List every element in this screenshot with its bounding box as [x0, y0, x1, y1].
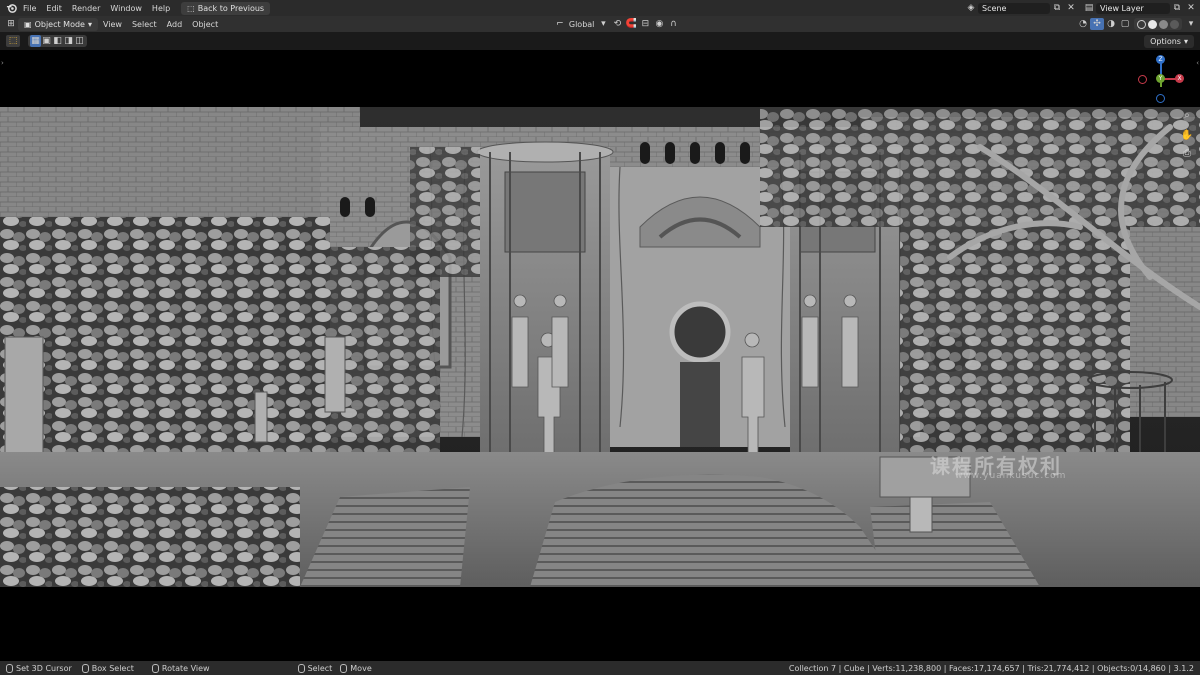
selection-intersect-icon[interactable]: ◫: [74, 35, 85, 47]
gizmo-y-axis[interactable]: Y: [1156, 74, 1165, 83]
transform-orientation-selector[interactable]: Global: [567, 20, 597, 29]
gizmo-x-axis[interactable]: X: [1175, 74, 1184, 83]
menu-edit[interactable]: Edit: [41, 4, 67, 13]
selection-subtract-icon[interactable]: ◧: [52, 35, 63, 47]
status-hint-label: Box Select: [91, 663, 134, 673]
toolbar-expand-arrow[interactable]: ›: [1, 59, 4, 67]
view-layer-selector[interactable]: View Layer: [1096, 2, 1170, 14]
mode-selector[interactable]: ▣ Object Mode ▾: [18, 17, 98, 31]
wireframe-shading-icon[interactable]: [1137, 19, 1146, 29]
back-to-previous-button[interactable]: ⬚ Back to Previous: [181, 1, 271, 15]
chevron-down-icon[interactable]: ▾: [596, 18, 610, 30]
menu-add[interactable]: Add: [162, 20, 188, 29]
status-hint-label: Move: [350, 663, 372, 673]
3d-viewport[interactable]: Z X Y ⌕ ✋ ⎙ 课程所有权利 www.yuankusuc.com › ‹: [0, 50, 1200, 661]
viewport-header: ⊞ ▣ Object Mode ▾ View Select Add Object…: [0, 16, 1200, 32]
mouse-left-icon: [340, 663, 348, 673]
shading-mode-group: [1134, 18, 1182, 30]
proportional-editing-icon[interactable]: ◉: [652, 18, 666, 30]
status-hint-box-select: Box Select: [81, 663, 134, 673]
menu-help[interactable]: Help: [147, 4, 175, 13]
back-to-previous-label: Back to Previous: [197, 3, 265, 13]
status-hint-rotate: Rotate View: [151, 663, 210, 673]
transform-orientation-icon[interactable]: ⌐: [553, 18, 567, 30]
scene-icon[interactable]: ◈: [964, 2, 978, 14]
select-tool-icon[interactable]: ⬚: [6, 35, 20, 47]
status-hint-label: Rotate View: [161, 663, 210, 673]
view-layer-icon[interactable]: ▤: [1082, 2, 1096, 14]
top-menu-bar: File Edit Render Window Help ⬚ Back to P…: [0, 0, 1200, 16]
snap-icon[interactable]: 🧲: [624, 18, 638, 30]
menu-select[interactable]: Select: [127, 20, 162, 29]
camera-view-icon[interactable]: ⎙: [1180, 146, 1194, 160]
status-hint-label: Select: [307, 663, 333, 673]
watermark-url: www.yuankusuc.com: [955, 471, 1067, 481]
delete-view-layer-icon[interactable]: ✕: [1184, 2, 1198, 14]
blender-logo-icon[interactable]: [4, 2, 18, 14]
editor-type-icon[interactable]: ⊞: [4, 18, 18, 30]
chevron-down-icon: ▾: [87, 19, 92, 29]
options-dropdown[interactable]: Options ▾: [1144, 34, 1194, 48]
sidebar-expand-arrow[interactable]: ‹: [1196, 59, 1199, 67]
scene-selector[interactable]: Scene: [978, 2, 1050, 14]
solid-shading-icon[interactable]: [1148, 19, 1157, 29]
scene-statistics: Collection 7 | Cube | Verts:11,238,800 |…: [788, 663, 1194, 673]
new-scene-icon[interactable]: ⧉: [1050, 2, 1064, 14]
shading-options-icon[interactable]: ▾: [1184, 18, 1198, 30]
status-hint-move: Move: [340, 663, 372, 673]
selection-invert-icon[interactable]: ◨: [63, 35, 74, 47]
status-hint-select: Select: [297, 663, 333, 673]
gizmo-toggle-icon[interactable]: ✣: [1090, 18, 1104, 30]
zoom-icon[interactable]: ⌕: [1180, 108, 1194, 122]
menu-object[interactable]: Object: [187, 20, 223, 29]
mouse-left-icon: [81, 663, 89, 673]
pivot-point-icon[interactable]: ⟲: [610, 18, 624, 30]
snap-target-icon[interactable]: ⊟: [638, 18, 652, 30]
options-label: Options: [1150, 36, 1181, 46]
scene-render: [0, 107, 1200, 587]
mouse-middle-icon: [151, 663, 159, 673]
status-bar: Set 3D Cursor Box Select Rotate View Sel…: [0, 661, 1200, 675]
visibility-icon[interactable]: ◔: [1076, 18, 1090, 30]
mode-label: Object Mode: [34, 19, 85, 29]
selection-new-icon[interactable]: ▦: [30, 35, 41, 47]
menu-file[interactable]: File: [18, 4, 41, 13]
selection-extend-icon[interactable]: ▣: [41, 35, 52, 47]
gizmo-neg-x-axis[interactable]: [1138, 75, 1147, 84]
chevron-down-icon: ▾: [1183, 36, 1188, 46]
menu-render[interactable]: Render: [67, 4, 105, 13]
back-icon: ⬚: [187, 3, 195, 13]
object-mode-icon: ▣: [24, 19, 32, 29]
mouse-left-icon: [6, 663, 13, 673]
new-view-layer-icon[interactable]: ⧉: [1170, 2, 1184, 14]
pan-hand-icon[interactable]: ✋: [1180, 128, 1194, 142]
delete-scene-icon[interactable]: ✕: [1064, 2, 1078, 14]
menu-window[interactable]: Window: [105, 4, 147, 13]
material-shading-icon[interactable]: [1159, 19, 1168, 29]
tool-settings-row: ⬚ ▦ ▣ ◧ ◨ ◫ Options ▾: [0, 32, 1200, 50]
xray-toggle-icon[interactable]: ▢: [1118, 18, 1132, 30]
overlay-toggle-icon[interactable]: ◑: [1104, 18, 1118, 30]
gizmo-z-axis[interactable]: Z: [1156, 55, 1165, 64]
falloff-icon[interactable]: ∩: [666, 18, 680, 30]
menu-view[interactable]: View: [98, 20, 127, 29]
status-hint-cursor: Set 3D Cursor: [6, 663, 72, 673]
rendered-shading-icon[interactable]: [1170, 19, 1179, 29]
mouse-left-icon: [297, 663, 305, 673]
selection-mode-group: ▦ ▣ ◧ ◨ ◫: [28, 35, 87, 47]
navigation-gizmo[interactable]: Z X Y: [1136, 54, 1186, 104]
status-hint-label: Set 3D Cursor: [16, 663, 72, 673]
gizmo-neg-z-axis[interactable]: [1156, 94, 1165, 103]
